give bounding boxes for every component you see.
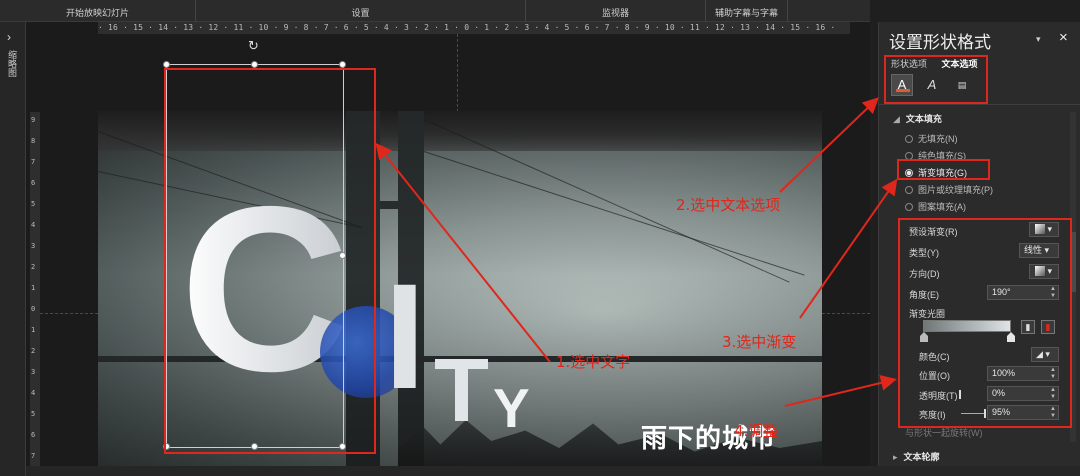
radio-label: 无填充(N) bbox=[918, 134, 958, 144]
rotate-with-shape-label: 与形状一起旋转(W) bbox=[905, 428, 983, 438]
annotation-box-adjust bbox=[898, 218, 1072, 428]
annotation-step2: 2.选中文本选项 bbox=[676, 196, 781, 214]
vertical-ruler-tick: 4 bbox=[31, 221, 36, 229]
status-bar bbox=[26, 466, 1080, 476]
ribbon-group-labels: 开始放映幻灯片 设置 监视器 辅助字幕与字幕 bbox=[0, 0, 870, 22]
ribbon-group-captions: 辅助字幕与字幕 bbox=[706, 0, 788, 22]
vertical-ruler-tick: 1 bbox=[31, 284, 36, 292]
radio-label: 图案填充(A) bbox=[918, 202, 966, 212]
annotation-step3: 3.选中渐变 bbox=[722, 333, 797, 351]
radio-no-fill[interactable]: 无填充(N) bbox=[905, 132, 958, 145]
vertical-ruler-tick: 1 bbox=[31, 326, 36, 334]
annotation-step1: 1.选中文字 bbox=[556, 353, 631, 371]
horizontal-ruler: · 16 · 15 · 14 · 13 · 12 · 11 · 10 · 9 ·… bbox=[98, 22, 850, 34]
city-letter-t[interactable]: T bbox=[434, 346, 489, 436]
section-text-outline-label: 文本轮廓 bbox=[903, 452, 940, 462]
panel-divider bbox=[879, 104, 1080, 105]
ribbon-group-start-slideshow: 开始放映幻灯片 bbox=[0, 0, 196, 22]
radio-pattern-fill[interactable]: 图案填充(A) bbox=[905, 200, 966, 213]
vertical-ruler-tick: 2 bbox=[31, 263, 36, 271]
vertical-ruler-tick: 8 bbox=[31, 137, 36, 145]
city-letter-y[interactable]: Y bbox=[493, 381, 530, 436]
section-text-outline[interactable]: ▸ 文本轮廓 bbox=[893, 450, 940, 463]
radio-picture-fill[interactable]: 图片或纹理填充(P) bbox=[905, 183, 993, 196]
annotation-step4: 4.调整 bbox=[734, 422, 779, 440]
resize-handle[interactable] bbox=[251, 61, 258, 68]
vertical-ruler-tick: 6 bbox=[31, 431, 36, 439]
annotation-box-gradient-fill bbox=[897, 159, 990, 180]
panel-title: 设置形状格式 bbox=[889, 33, 991, 53]
annotation-box-text bbox=[164, 68, 376, 454]
vertical-ruler-tick: 4 bbox=[31, 389, 36, 397]
vertical-ruler-tick: 7 bbox=[31, 158, 36, 166]
thumbnail-label[interactable]: 缩略图 bbox=[6, 50, 19, 77]
vertical-ruler-tick: 5 bbox=[31, 200, 36, 208]
vertical-ruler-tick: 6 bbox=[31, 179, 36, 187]
resize-handle[interactable] bbox=[163, 61, 170, 68]
rotate-handle-icon[interactable]: ↻ bbox=[248, 38, 259, 54]
vertical-ruler-tick: 3 bbox=[31, 242, 36, 250]
expand-thumbnails-icon[interactable]: › bbox=[7, 30, 11, 44]
section-text-fill-label: 文本填充 bbox=[905, 114, 942, 124]
resize-handle[interactable] bbox=[339, 61, 346, 68]
vertical-ruler-tick: 0 bbox=[31, 305, 36, 313]
section-text-fill[interactable]: ◢ 文本填充 bbox=[893, 112, 942, 125]
vertical-ruler: 9 8 7 6 5 4 3 2 1 0 1 2 3 4 5 6 7 bbox=[30, 112, 40, 472]
ribbon-group-monitors: 监视器 bbox=[526, 0, 706, 22]
radio-label: 图片或纹理填充(P) bbox=[918, 185, 993, 195]
vertical-ruler-tick: 5 bbox=[31, 410, 36, 418]
vertical-ruler-tick: 3 bbox=[31, 368, 36, 376]
annotation-box-text-options bbox=[884, 55, 988, 104]
panel-options-icon[interactable]: ▾ bbox=[1036, 34, 1041, 45]
vertical-ruler-tick: 9 bbox=[31, 116, 36, 124]
city-letter-i[interactable]: I bbox=[384, 261, 426, 411]
ribbon-group-setup: 设置 bbox=[196, 0, 526, 22]
vertical-ruler-tick: 2 bbox=[31, 347, 36, 355]
slide-canvas: · 16 · 15 · 14 · 13 · 12 · 11 · 10 · 9 ·… bbox=[26, 22, 870, 476]
vertical-ruler-tick: 7 bbox=[31, 452, 36, 460]
close-icon[interactable]: × bbox=[1059, 29, 1068, 46]
thumbnail-strip: › 缩略图 bbox=[0, 22, 26, 476]
